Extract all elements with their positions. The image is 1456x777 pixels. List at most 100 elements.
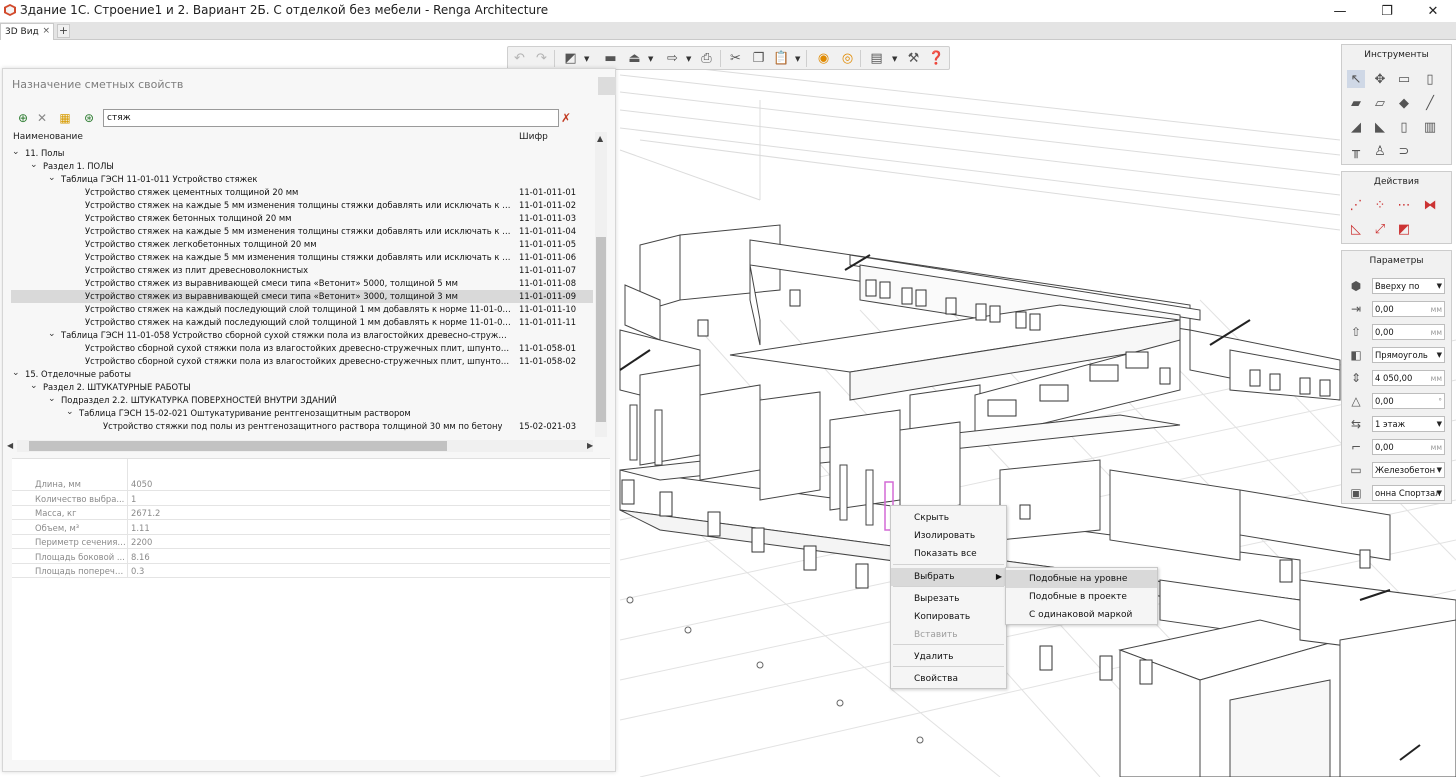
parameter-dropdown[interactable]: Прямоуголь ▼ [1372,347,1445,363]
dropdown-arrow-icon[interactable]: ▼ [1437,282,1442,290]
slab-tool-icon[interactable]: ▱ [1371,94,1389,112]
expand-chevron-icon[interactable]: ⌄ [12,368,20,378]
mirror-icon[interactable]: ⧓ [1421,196,1439,214]
add-estimate-icon[interactable]: ⊕ [15,110,31,126]
submenu-item[interactable]: С одинаковой маркой [1006,606,1157,624]
minimize-button[interactable]: — [1317,0,1363,22]
tree-item[interactable]: Устройство стяжек из выравнивающей смеси… [11,277,593,290]
dropdown-arrow-icon[interactable]: ▼ [1437,351,1442,359]
align-icon[interactable]: ◩ [1395,220,1413,238]
tree-item[interactable]: Устройство стяжек на каждый последующий … [11,316,593,329]
context-menu-item[interactable]: Вставить [891,626,1006,644]
tree-item[interactable]: Устройство стяжек из плит древесноволокн… [11,264,593,277]
scale-icon[interactable]: ⤢ [1371,220,1389,238]
wrench-icon[interactable]: ⚒ [905,50,922,67]
tree-group[interactable]: ⌄ Раздел 2. ШТУКАТУРНЫЕ РАБОТЫ [11,381,593,394]
tree-group[interactable]: ⌄ Раздел 1. ПОЛЫ [11,160,593,173]
tree-group[interactable]: ⌄ Таблица ГЭСН 11-01-058 Устройство сборн… [11,329,593,342]
dropdown-arrow-icon[interactable]: ▼ [1437,420,1442,428]
search-input[interactable] [103,109,559,127]
panel-close-button[interactable] [598,77,616,95]
copy-icon[interactable]: ❐ [750,50,767,67]
properties-dropdown-icon[interactable]: ▼ [892,55,897,63]
tab-close-icon[interactable]: × [42,26,50,36]
submenu-item[interactable]: Подобные в проекте [1006,588,1157,606]
move-icon[interactable]: ⋰ [1347,196,1365,214]
door-tool-icon[interactable]: ▯ [1395,118,1413,136]
help-icon[interactable]: ❓ [928,50,945,67]
property-row[interactable]: Масса, кг 2671.2 [12,506,610,520]
floor-tool-icon[interactable]: ▰ [1347,94,1365,112]
tree-group[interactable]: ⌄ 15. Отделочные работы [11,368,593,381]
clear-search-icon[interactable]: ✗ [561,111,571,125]
tree-group[interactable]: ⌄ Таблица ГЭСН 11-01-011 Устройство стяже… [11,173,593,186]
ramp-tool-icon[interactable]: ◢ [1347,118,1365,136]
context-menu-item[interactable]: Вырезать [891,590,1006,608]
parameter-input[interactable]: 0,00 мм [1372,324,1445,340]
export-dropdown-icon[interactable]: ▼ [686,55,691,63]
expand-chevron-icon[interactable]: ⌄ [66,407,74,417]
parameter-dropdown[interactable]: онна Спортзал ▼ [1372,485,1445,501]
tree-horizontal-scrollbar[interactable]: ◀ ▶ [7,440,593,452]
tree-item[interactable]: Устройство сборной сухой стяжки пола из … [11,342,593,355]
property-row[interactable]: Площадь поперечн... 0.3 [12,564,610,578]
railing-tool-icon[interactable]: ╥ [1347,142,1365,160]
level-icon[interactable]: ⏏ [626,50,643,67]
parameter-dropdown[interactable]: Железобетон ▼ [1372,462,1445,478]
expand-chevron-icon[interactable]: ⌄ [12,147,20,157]
property-row[interactable]: Периметр сечения,... 2200 [12,535,610,549]
parameter-input[interactable]: 0,00 ° [1372,393,1445,409]
wall-tool-icon[interactable]: ▭ [1395,70,1413,88]
tree-item[interactable]: Устройство стяжки под полы из рентгеноза… [11,420,593,433]
tree-group[interactable]: ⌄ Подраздел 2.2. ШТУКАТУРКА ПОВЕРХНОСТЕЙ … [11,394,593,407]
parameter-input[interactable]: 0,00 мм [1372,439,1445,455]
expand-chevron-icon[interactable]: ⌄ [30,160,38,170]
paste-dropdown-icon[interactable]: ▼ [795,55,800,63]
select-tool-icon[interactable]: ↖ [1347,70,1365,88]
tree-group[interactable]: ⌄ 11. Полы [11,147,593,160]
remove-estimate-icon[interactable]: ✕ [34,110,50,126]
context-menu-item[interactable]: Свойства [891,670,1006,688]
tree-vertical-scrollbar[interactable]: ▲ [595,132,607,437]
view-dropdown-icon[interactable]: ▼ [584,55,589,63]
context-menu-item[interactable]: Выбрать ▶ [891,568,1006,586]
1c-sync-icon[interactable]: ◎ [839,50,856,67]
tree-item[interactable]: Устройство сборной сухой стяжки пола из … [11,355,593,368]
tree-item[interactable]: Устройство стяжек на каждые 5 мм изменен… [11,199,593,212]
dropdown-arrow-icon[interactable]: ▼ [1437,466,1442,474]
view-cube-icon[interactable]: ◩ [562,50,579,67]
tree-item[interactable]: Устройство стяжек на каждый последующий … [11,303,593,316]
copy-array-icon[interactable]: ⋯ [1395,196,1413,214]
properties-table-icon[interactable]: ▤ [868,50,885,67]
expand-chevron-icon[interactable]: ⌄ [48,394,56,404]
paste-icon[interactable]: 📋 [773,50,790,67]
redo-icon[interactable]: ↷ [533,50,550,67]
property-row[interactable]: Площадь боковой ... 8.16 [12,550,610,564]
dropdown-arrow-icon[interactable]: ▼ [1437,489,1442,497]
tree-group[interactable]: ⌄ Таблица ГЭСН 15-02-021 Оштукатуривание … [11,407,593,420]
property-row[interactable]: Длина, мм 4050 [12,477,610,491]
tree-item[interactable]: Устройство стяжек на каждые 5 мм изменен… [11,251,593,264]
level-dropdown-icon[interactable]: ▼ [648,55,653,63]
pipe-tool-icon[interactable]: ⊃ [1395,142,1413,160]
submenu-item[interactable]: Подобные на уровне [1006,570,1157,588]
parameter-dropdown[interactable]: 1 этаж ▼ [1372,416,1445,432]
beam-tool-icon[interactable]: ╱ [1421,94,1439,112]
equipment-tool-icon[interactable]: ♙ [1371,142,1389,160]
context-menu-item[interactable]: Копировать [891,608,1006,626]
window-tool-icon[interactable]: ▥ [1421,118,1439,136]
tree-item[interactable]: Устройство стяжек бетонных толщиной 20 м… [11,212,593,225]
rotate-icon[interactable]: ◺ [1347,220,1365,238]
close-button[interactable]: ✕ [1410,0,1456,22]
tree-item[interactable]: Устройство стяжек из выравнивающей смеси… [11,290,593,303]
context-menu-item[interactable]: Показать все [891,545,1006,563]
stair-tool-icon[interactable]: ◣ [1371,118,1389,136]
1c-icon[interactable]: ◉ [815,50,832,67]
context-menu-item[interactable]: Изолировать [891,527,1006,545]
parameter-input[interactable]: 0,00 мм [1372,301,1445,317]
catalog-icon[interactable]: ▦ [57,110,73,126]
cut-icon[interactable]: ✂ [727,50,744,67]
camera-icon[interactable]: ▬ [602,50,619,67]
column-code-header[interactable]: Шифр [519,132,548,142]
tree-item[interactable]: Устройство стяжек легкобетонных толщиной… [11,238,593,251]
